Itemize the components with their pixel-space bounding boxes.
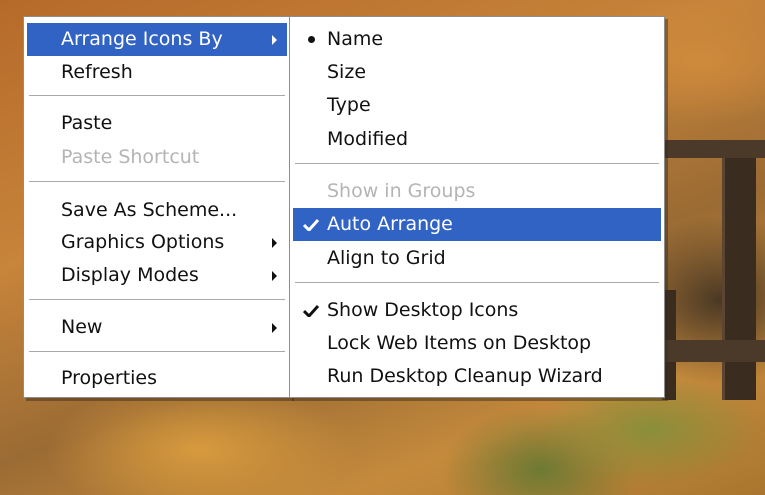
arrange-icons-submenu: Name Size Type Modified Show in Groups A… (289, 16, 665, 398)
menu-separator (29, 181, 285, 183)
menu-item-label: Modified (327, 128, 409, 150)
chevron-right-icon (272, 271, 277, 281)
bullet-icon (308, 36, 315, 43)
submenu-item-size[interactable]: Size (293, 56, 661, 89)
menu-item-label: Save As Scheme... (61, 199, 238, 221)
menu-item-label: Arrange Icons By (61, 28, 223, 50)
menu-item-display-modes[interactable]: Display Modes (27, 259, 287, 292)
menu-item-label: Refresh (61, 61, 133, 83)
menu-item-label: Display Modes (61, 264, 199, 286)
menu-item-save-as-scheme[interactable]: Save As Scheme... (27, 194, 287, 227)
menu-separator (29, 95, 285, 97)
menu-separator (295, 282, 659, 284)
menu-item-label: Type (327, 94, 371, 116)
menu-item-label: Name (327, 28, 384, 50)
menu-item-label: Paste (61, 112, 113, 134)
fence-rail (662, 340, 765, 362)
menu-item-label: Paste Shortcut (61, 146, 200, 168)
menu-item-label: Size (327, 61, 367, 83)
menu-item-label: Align to Grid (327, 247, 446, 269)
submenu-item-name[interactable]: Name (293, 23, 661, 56)
menu-item-paste-shortcut: Paste Shortcut (27, 141, 287, 174)
submenu-item-show-in-groups: Show in Groups (293, 175, 661, 208)
fence-rail (662, 140, 765, 158)
menu-item-label: Auto Arrange (327, 213, 453, 235)
menu-item-arrange-icons-by[interactable]: Arrange Icons By (27, 23, 287, 56)
menu-item-label: Graphics Options (61, 231, 225, 253)
menu-separator (295, 163, 659, 165)
menu-item-label: Show in Groups (327, 180, 476, 202)
menu-item-label: Show Desktop Icons (327, 299, 519, 321)
menu-item-label: Properties (61, 367, 158, 389)
desktop-context-menu: Arrange Icons By Refresh Paste Paste Sho… (23, 16, 291, 398)
chevron-right-icon (272, 238, 277, 248)
menu-item-paste[interactable]: Paste (27, 107, 287, 140)
menu-item-label: New (61, 316, 103, 338)
submenu-item-align-to-grid[interactable]: Align to Grid (293, 242, 661, 275)
submenu-item-type[interactable]: Type (293, 89, 661, 122)
chevron-right-icon (272, 35, 277, 45)
menu-item-properties[interactable]: Properties (27, 362, 287, 395)
menu-item-refresh[interactable]: Refresh (27, 56, 287, 89)
menu-item-label: Lock Web Items on Desktop (327, 332, 592, 354)
menu-item-graphics-options[interactable]: Graphics Options (27, 226, 287, 259)
checkmark-icon (303, 305, 319, 317)
submenu-item-auto-arrange[interactable]: Auto Arrange (293, 208, 661, 241)
chevron-right-icon (272, 323, 277, 333)
menu-separator (29, 299, 285, 301)
menu-item-label: Run Desktop Cleanup Wizard (327, 365, 603, 387)
submenu-item-show-desktop-icons[interactable]: Show Desktop Icons (293, 294, 661, 327)
submenu-item-desktop-cleanup-wizard[interactable]: Run Desktop Cleanup Wizard (293, 360, 661, 393)
checkmark-icon (303, 219, 319, 231)
submenu-item-modified[interactable]: Modified (293, 123, 661, 156)
menu-item-new[interactable]: New (27, 311, 287, 344)
submenu-item-lock-web-items[interactable]: Lock Web Items on Desktop (293, 327, 661, 360)
menu-separator (29, 351, 285, 353)
